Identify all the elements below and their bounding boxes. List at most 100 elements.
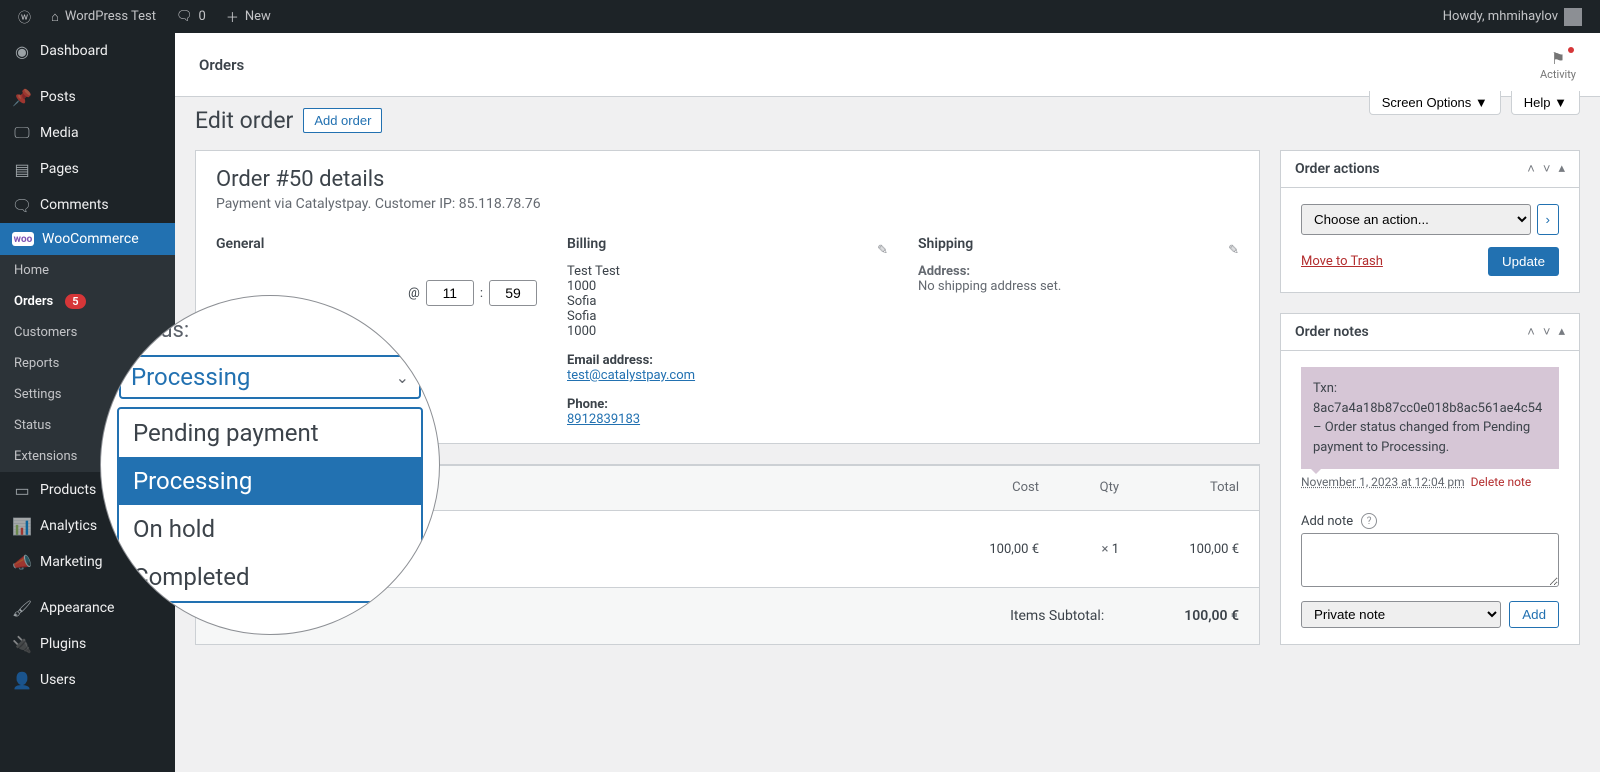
sidebar-item-label: Analytics <box>40 518 97 534</box>
move-to-trash-link[interactable]: Move to Trash <box>1301 254 1383 269</box>
sidebar-item-customers[interactable]: Customers <box>0 317 175 348</box>
time-minute-input[interactable] <box>489 280 537 306</box>
sidebar-item-posts[interactable]: 📌Posts <box>0 79 175 115</box>
subtotal-label: Items Subtotal: <box>1010 608 1104 624</box>
status-option-pending[interactable]: Pending payment <box>119 409 421 457</box>
products-icon: ▭ <box>12 480 32 500</box>
new-label: New <box>245 9 271 24</box>
sidebar-item-media[interactable]: 🖵Media <box>0 115 175 151</box>
comments-link[interactable]: 🗨0 <box>166 0 216 33</box>
chevron-up-icon[interactable]: ˄ <box>1527 324 1535 340</box>
site-name-label: WordPress Test <box>65 9 156 24</box>
order-notes-box: Order notes ˄˅▴ Txn: 8ac7a4a18b87cc0e018… <box>1280 313 1580 645</box>
billing-name: Test Test <box>567 264 888 279</box>
sidebar-item-woocommerce[interactable]: woo WooCommerce <box>0 223 175 255</box>
flag-icon: ⚑ <box>1540 49 1576 68</box>
media-icon: 🖵 <box>12 123 32 143</box>
status-option-onhold[interactable]: On hold <box>119 505 421 553</box>
plus-icon: ＋ <box>226 7 239 26</box>
time-at: @ <box>408 286 420 301</box>
activity-button[interactable]: ⚑ Activity <box>1540 49 1576 81</box>
sidebar-item-label: Dashboard <box>40 43 108 59</box>
delete-note-link[interactable]: Delete note <box>1471 475 1532 489</box>
run-action-button[interactable]: › <box>1537 204 1559 235</box>
howdy-label: Howdy, mhmihaylov <box>1443 9 1558 24</box>
item-total: 100,00 € <box>1119 542 1239 557</box>
sidebar-item-label: Settings <box>14 387 61 402</box>
screen-options-button[interactable]: Screen Options ▼ <box>1369 91 1501 115</box>
sidebar-item-label: Pages <box>40 161 79 177</box>
sidebar-item-label: WooCommerce <box>42 231 139 247</box>
order-payment-line: Payment via Catalystpay. Customer IP: 85… <box>216 196 1239 212</box>
status-select[interactable]: Processing ⌄ <box>119 355 421 399</box>
activity-label: Activity <box>1540 68 1576 81</box>
sidebar-item-label: Extensions <box>14 449 77 464</box>
add-order-button[interactable]: Add order <box>303 108 382 133</box>
sidebar-item-users[interactable]: 👤Users <box>0 662 175 698</box>
billing-line2: Sofia <box>567 294 888 309</box>
orders-badge: 5 <box>65 294 85 309</box>
help-button[interactable]: Help ▼ <box>1511 91 1580 115</box>
billing-phone-link[interactable]: 8912839183 <box>567 412 640 427</box>
col-cost: Cost <box>959 480 1039 496</box>
sidebar-item-label: Orders <box>14 294 53 309</box>
sidebar-item-label: Marketing <box>40 554 103 570</box>
new-content[interactable]: ＋ New <box>216 0 281 33</box>
billing-heading: Billing <box>567 236 606 252</box>
sidebar-item-home[interactable]: Home <box>0 255 175 286</box>
update-button[interactable]: Update <box>1488 247 1559 276</box>
chevron-down-icon[interactable]: ˅ <box>1543 324 1551 340</box>
add-note-label: Add note <box>1301 514 1353 529</box>
status-dropdown: Pending payment Processing On hold Compl… <box>117 407 423 603</box>
sidebar-item-comments[interactable]: 🗨 Comments <box>0 187 175 223</box>
billing-email-label: Email address: <box>567 353 653 368</box>
sidebar-item-plugins[interactable]: 🔌Plugins <box>0 626 175 662</box>
admin-bar: ⓦ ⌂WordPress Test 🗨0 ＋New Howdy, mhmihay… <box>0 0 1600 33</box>
sidebar-item-pages[interactable]: ▤Pages <box>0 151 175 187</box>
sidebar-item-dashboard[interactable]: ◉Dashboard <box>0 33 175 69</box>
note-textarea[interactable] <box>1301 533 1559 587</box>
chevron-down-icon[interactable]: ˅ <box>1543 161 1551 177</box>
comment-icon: 🗨 <box>176 9 193 24</box>
order-actions-heading: Order actions <box>1295 161 1380 177</box>
howdy[interactable]: Howdy, mhmihaylov <box>1433 0 1592 33</box>
marketing-icon: 📣 <box>12 552 32 572</box>
shipping-heading: Shipping <box>918 236 973 252</box>
sidebar-item-orders[interactable]: Orders 5 <box>0 286 175 317</box>
woo-icon: woo <box>12 232 34 246</box>
item-cost: 100,00 € <box>959 542 1039 557</box>
qty-prefix: × <box>1102 542 1109 557</box>
wp-logo[interactable]: ⓦ <box>8 0 41 33</box>
sidebar-item-label: Plugins <box>40 636 86 652</box>
top-white-bar: Orders ⚑ Activity <box>175 33 1600 97</box>
sidebar-item-label: Reports <box>14 356 59 371</box>
edit-billing-icon[interactable]: ✎ <box>877 243 888 258</box>
toggle-icon[interactable]: ▴ <box>1558 161 1565 177</box>
help-icon[interactable]: ? <box>1361 513 1377 529</box>
sidebar-item-label: Products <box>40 482 96 498</box>
chevron-up-icon[interactable]: ˄ <box>1527 161 1535 177</box>
action-select[interactable]: Choose an action... <box>1301 204 1531 235</box>
order-note: Txn: 8ac7a4a18b87cc0e018b8ac561ae4c54 – … <box>1301 367 1559 469</box>
site-name[interactable]: ⌂WordPress Test <box>41 0 166 33</box>
sidebar-item-appearance[interactable]: 🖌 Appearance <box>0 590 175 626</box>
sidebar-item-label: Comments <box>40 197 109 213</box>
note-type-select[interactable]: Private note <box>1301 601 1501 628</box>
status-selected-value: Processing <box>131 363 250 391</box>
subtotal-value: 100,00 € <box>1184 608 1239 624</box>
item-qty: 1 <box>1112 542 1119 557</box>
add-note-button[interactable]: Add <box>1509 601 1559 628</box>
comments-count: 0 <box>199 9 206 24</box>
shipping-addr-value: No shipping address set. <box>918 279 1239 294</box>
comment-icon: 🗨 <box>12 195 32 215</box>
time-hour-input[interactable] <box>426 280 474 306</box>
status-option-completed[interactable]: Completed <box>119 553 421 601</box>
chevron-down-icon: ⌄ <box>396 368 409 387</box>
sidebar-item-label: Appearance <box>40 600 114 616</box>
edit-shipping-icon[interactable]: ✎ <box>1228 243 1239 258</box>
billing-email-link[interactable]: test@catalystpay.com <box>567 368 695 383</box>
status-option-processing[interactable]: Processing <box>119 457 421 505</box>
toggle-icon[interactable]: ▴ <box>1558 324 1565 340</box>
appearance-icon: 🖌 <box>12 598 32 618</box>
page-title: Edit order <box>195 107 293 134</box>
